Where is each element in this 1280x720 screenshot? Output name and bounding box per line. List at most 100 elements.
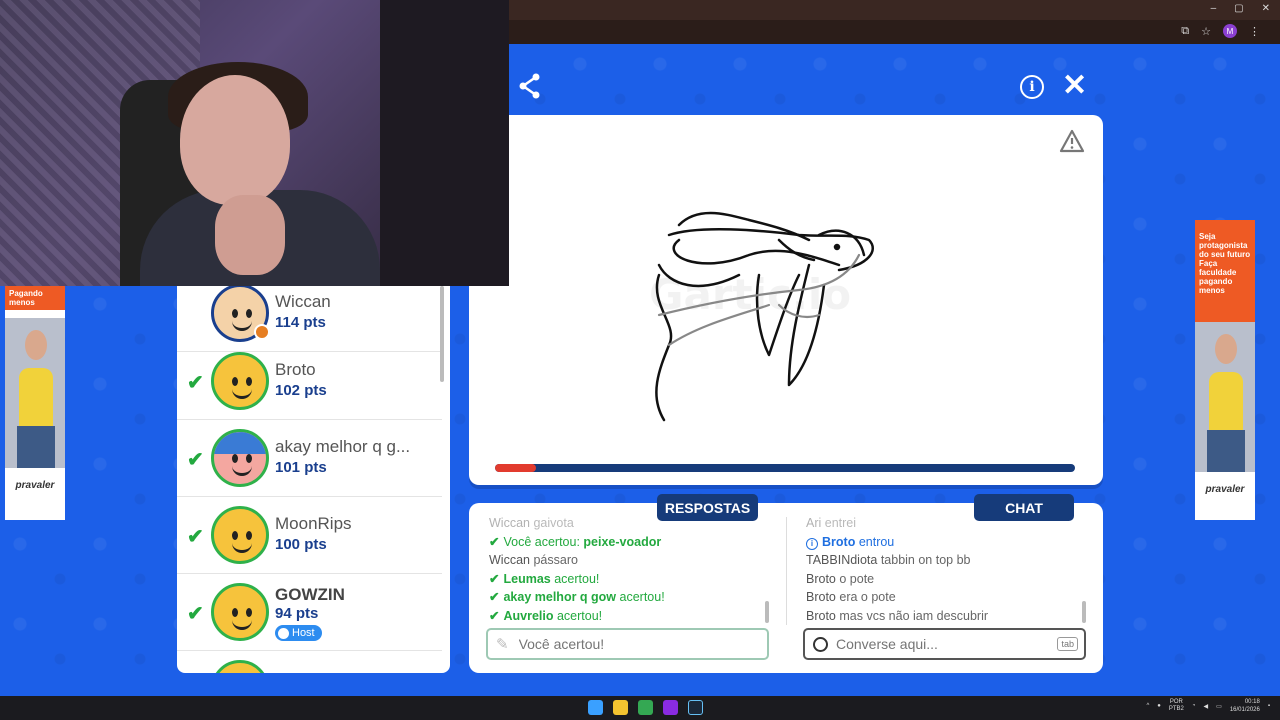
streaming-app-icon[interactable]	[663, 700, 678, 715]
language-indicator[interactable]: POR PTB2	[1169, 699, 1184, 713]
file-explorer-icon[interactable]	[613, 700, 628, 715]
answers-feed: Wiccan gaivota ✔ Você acertou: peixe-voad…	[489, 514, 769, 626]
player-name: Wiccan	[275, 292, 331, 311]
player-name: Broto	[275, 360, 316, 379]
ad-headline: Seja protagonista do seu futuro Faça fac…	[1195, 220, 1255, 322]
steam-icon[interactable]	[688, 700, 703, 715]
mic-icon[interactable]: ●	[1157, 703, 1161, 709]
system-tray: ^ ● POR PTB2 ◔ ◀ ▭ 00:18 16/01/2026 ▪	[1146, 698, 1270, 714]
chat-input[interactable]	[836, 636, 1046, 652]
chat-scrollbar[interactable]	[1082, 601, 1086, 623]
chat-field[interactable]: tab	[803, 628, 1086, 660]
turn-timer-bar	[495, 464, 1075, 472]
check-icon: ✔	[489, 534, 500, 549]
windows-start-icon[interactable]	[588, 700, 603, 715]
player-avatar	[211, 352, 269, 410]
player-avatar	[211, 429, 269, 487]
panel-divider	[786, 517, 787, 625]
ad-brand: pravaler	[15, 480, 55, 491]
chat-line: Broto mas vcs não iam descubrir	[806, 608, 989, 623]
status-dot	[254, 324, 270, 340]
player-name: GOWZIN	[275, 585, 345, 604]
taskbar: ^ ● POR PTB2 ◔ ◀ ▭ 00:18 16/01/2026 ▪	[0, 696, 1280, 720]
answer-line: ✔ Você acertou: peixe-voador	[489, 534, 662, 549]
check-icon: ✔	[187, 449, 204, 471]
check-icon: ✔	[489, 590, 500, 604]
chat-line: TABBINdiota tabbin on top bb	[806, 553, 971, 567]
info-icon[interactable]: i	[1020, 75, 1044, 99]
player-row: ✔ GOWZIN 94 pts Host	[177, 575, 442, 651]
taskbar-apps	[588, 700, 703, 715]
ad-brand: pravaler	[1205, 484, 1245, 495]
player-row: ✔ MoonRips 100 pts	[177, 498, 442, 574]
check-icon: ✔	[187, 526, 204, 548]
cast-icon[interactable]: ⧉	[1181, 25, 1189, 38]
minimize-button[interactable]: –	[1211, 3, 1217, 14]
menu-icon[interactable]: ⋮	[1249, 25, 1260, 38]
player-points: 102 pts	[275, 382, 327, 399]
address-bar-icons: ⧉ ☆ M ⋮	[1181, 24, 1260, 38]
wifi-icon[interactable]: ◔	[1192, 703, 1196, 709]
battery-icon[interactable]: ▭	[1216, 703, 1222, 710]
star-icon[interactable]: ☆	[1201, 25, 1211, 38]
notification-icon[interactable]: ▪	[1268, 703, 1270, 709]
player-row: ✔ Broto 102 pts	[177, 344, 442, 420]
answer-line: Wiccan gaivota	[489, 516, 574, 530]
volume-icon[interactable]: ◀	[1204, 703, 1209, 710]
chat-line: Broto era o pote	[806, 590, 896, 604]
player-avatar	[211, 506, 269, 564]
player-drawing	[655, 211, 874, 422]
ad-banner-left[interactable]: Pagando menos pravaler	[5, 286, 65, 520]
answer-field[interactable]: ✎	[486, 628, 769, 660]
check-icon: ✔	[489, 571, 500, 586]
answers-scrollbar[interactable]	[765, 601, 769, 623]
warning-icon[interactable]	[1059, 129, 1085, 153]
chat-bubble-icon	[813, 636, 828, 652]
player-avatar	[211, 660, 269, 673]
chat-feed: Ari entrei i Broto entrou TABBINdiota tab…	[806, 514, 1082, 626]
chrome-icon[interactable]	[638, 700, 653, 715]
window-controls: – ▢ ✕	[1211, 3, 1270, 14]
answer-line: ✔ Leumas acertou!	[489, 571, 600, 586]
turn-timer-fill	[495, 464, 536, 472]
ad-photo	[5, 318, 65, 468]
drawing-canvas[interactable]: Gartic.io	[469, 115, 1103, 485]
chat-line: i Broto entrou	[806, 533, 1082, 552]
chat-line: Broto o pote	[806, 571, 875, 586]
share-icon[interactable]	[518, 73, 542, 99]
host-label: Host	[292, 627, 315, 639]
close-window-button[interactable]: ✕	[1262, 3, 1270, 14]
check-icon: ✔	[489, 608, 500, 623]
player-points: 101 pts	[275, 459, 327, 476]
player-avatar	[211, 583, 269, 641]
answer-line: Wiccan pássaro	[489, 553, 578, 567]
answer-line: ✔ akay melhor q gow acertou!	[489, 590, 665, 604]
players-scrollbar[interactable]	[440, 286, 444, 382]
tab-hint: tab	[1057, 637, 1078, 651]
host-badge: Host	[275, 625, 322, 641]
webcam-overlay	[0, 0, 509, 286]
players-list: Wiccan 114 pts ✔ Broto 102 pts ✔ akay me…	[177, 286, 450, 673]
info-icon: i	[806, 537, 818, 550]
player-name: MoonRips	[275, 514, 352, 533]
player-name: akay melhor q g...	[275, 437, 411, 456]
ad-headline: Pagando menos	[5, 286, 65, 310]
profile-avatar[interactable]: M	[1223, 24, 1237, 38]
chat-line: Ari entrei	[806, 516, 857, 530]
answer-line: ✔ Auvrelio acertou!	[489, 608, 603, 623]
answer-input[interactable]	[518, 636, 739, 652]
player-points: 94 pts	[275, 605, 319, 622]
ad-banner-right[interactable]: Seja protagonista do seu futuro Faça fac…	[1195, 220, 1255, 520]
player-row: Wiccan 114 pts	[177, 286, 442, 352]
player-row: ✔ akay melhor q g... 101 pts	[177, 421, 442, 497]
pencil-icon: ✎	[496, 636, 509, 653]
tab-strip	[509, 0, 1280, 20]
ad-photo	[1195, 322, 1255, 472]
close-icon[interactable]: ✕	[1062, 71, 1087, 101]
host-icon	[278, 627, 289, 639]
check-icon: ✔	[187, 603, 204, 625]
chevron-up-icon[interactable]: ^	[1146, 703, 1149, 709]
maximize-button[interactable]: ▢	[1234, 3, 1243, 14]
player-row	[177, 652, 442, 673]
clock[interactable]: 00:18 16/01/2026	[1230, 698, 1260, 714]
